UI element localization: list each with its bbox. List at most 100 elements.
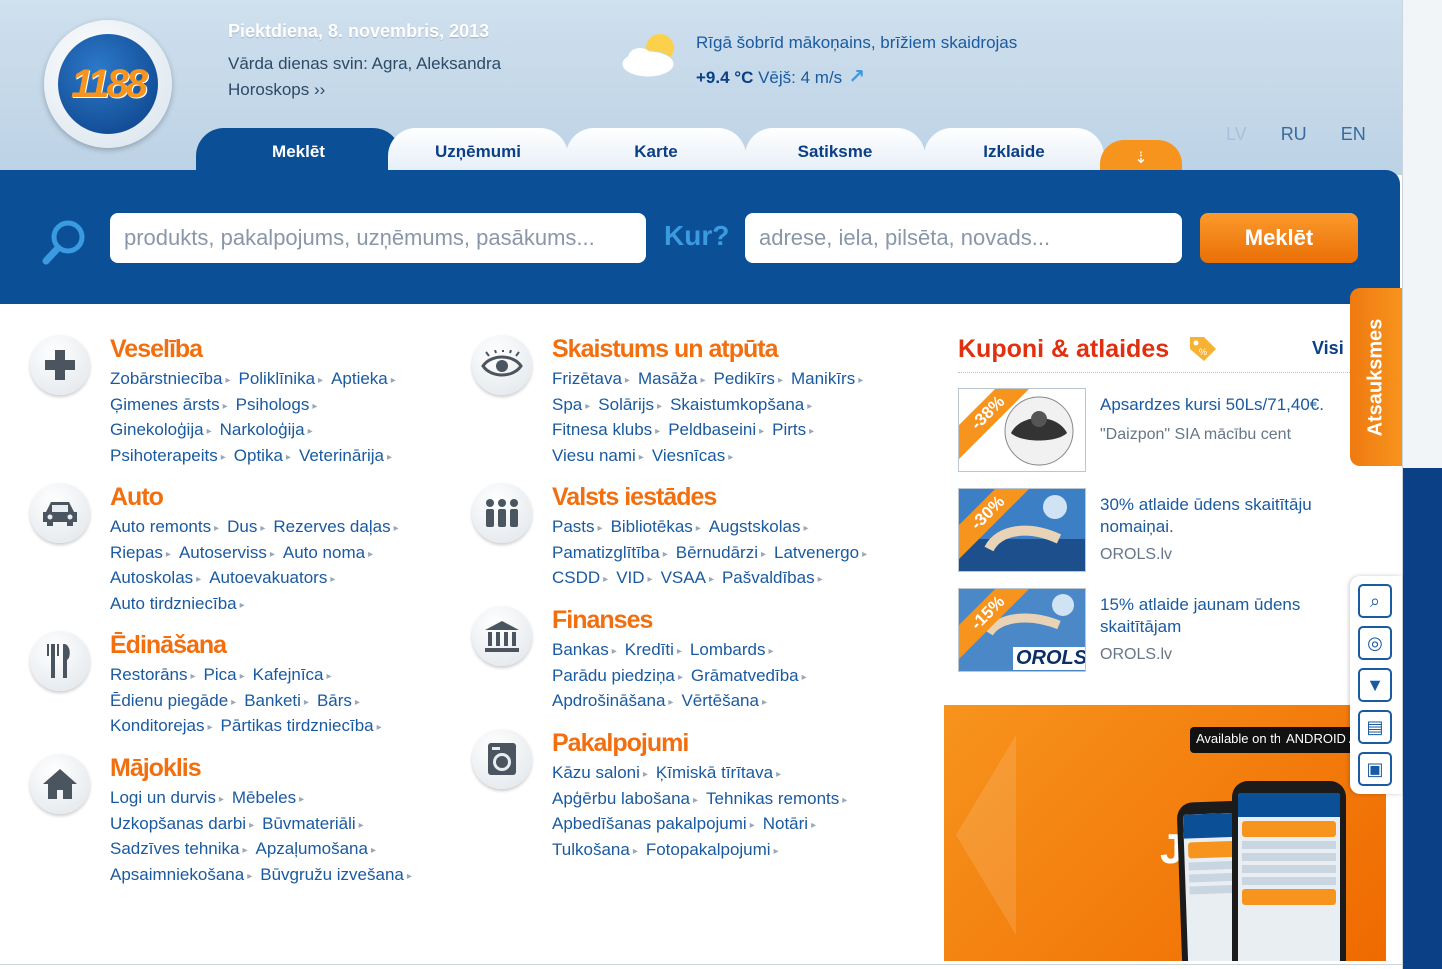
app-promo-banner[interactable]: Available on the App Store ANDROID APP O… [944,705,1386,961]
category-link[interactable]: Viesu nami [552,446,644,465]
category-link[interactable]: Auto tirdzniecība [110,594,245,613]
category-link[interactable]: Pasts [552,517,603,536]
category-link[interactable]: Poliklīnika [238,369,323,388]
search-where-input[interactable] [745,213,1182,263]
category-link[interactable]: Uzkopšanas darbi [110,814,254,833]
category-link[interactable]: Narkoloģija [220,420,313,439]
category-link[interactable]: Ginekoloģija [110,420,212,439]
category-link[interactable]: Ķīmiskā tīrītava [656,763,781,782]
category-link[interactable]: Vērtēšana [681,691,767,710]
category-link[interactable]: Autoserviss [179,543,275,562]
category-link[interactable]: Pašvaldības [722,568,823,587]
category-link[interactable]: Restorāns [110,665,196,684]
category-title[interactable]: Valsts iestādes [552,483,717,512]
category-link[interactable]: Banketi [244,691,309,710]
category-link[interactable]: Pirts [772,420,814,439]
language-lv[interactable]: LV [1226,124,1247,145]
language-ru[interactable]: RU [1281,124,1307,145]
coupons-title[interactable]: Kuponi & atlaides [958,335,1169,364]
category-link[interactable]: Notāri [763,814,816,833]
category-link[interactable]: Frizētava [552,369,630,388]
category-link[interactable]: Manikīrs [791,369,863,388]
tab-traffic[interactable]: Satiksme [745,128,925,175]
category-link[interactable]: Auto noma [283,543,373,562]
category-title[interactable]: Auto [110,483,164,512]
coupon-text[interactable]: 30% atlaide ūdens skaitītāju nomaiņai. [1100,494,1350,538]
category-title[interactable]: Veselība [110,335,203,364]
category-link[interactable]: Bārs [317,691,360,710]
category-link[interactable]: Optika [234,446,291,465]
tab-search[interactable]: Meklēt [196,128,401,175]
category-link[interactable]: Latvenergo [774,543,867,562]
category-link[interactable]: Skaistumkopšana [670,395,812,414]
category-link[interactable]: Masāža [638,369,706,388]
category-link[interactable]: Spa [552,395,590,414]
coupon-text[interactable]: Apsardzes kursi 50Ls/71,40€. [1100,394,1350,416]
category-link[interactable]: Peldbaseini [668,420,764,439]
category-link[interactable]: Autoevakuators [209,568,335,587]
tv-icon[interactable]: ▣ [1358,752,1392,786]
category-link[interactable]: Solārijs [598,395,662,414]
category-link[interactable]: Pamatizglītība [552,543,668,562]
search-tool-icon[interactable]: ⌕ [1358,584,1392,618]
search-what-input[interactable] [110,213,646,263]
category-link[interactable]: Dus [227,517,265,536]
compass-icon[interactable]: ◎ [1358,626,1392,660]
feedback-tab[interactable]: Atsauksmes [1350,288,1402,466]
category-link[interactable]: Autoskolas [110,568,201,587]
tab-companies[interactable]: Uzņēmumi [388,128,568,175]
category-link[interactable]: Parādu piedziņa [552,666,683,685]
horoscope-link[interactable]: Horoskops ›› [228,80,325,100]
language-en[interactable]: EN [1341,124,1366,145]
tab-map[interactable]: Karte [566,128,746,175]
film-icon[interactable]: ▤ [1358,710,1392,744]
category-link[interactable]: Psihologs [236,395,318,414]
category-link[interactable]: Konditorejas [110,716,213,735]
category-link[interactable]: Apzaļumošana [256,839,377,858]
location-pin-icon[interactable]: ▼ [1358,668,1392,702]
category-link[interactable]: Bibliotēkas [611,517,701,536]
tab-entertainment[interactable]: Izklaide [924,128,1104,175]
search-button[interactable]: Meklēt [1200,213,1358,263]
category-link[interactable]: Bērnudārzi [676,543,766,562]
category-link[interactable]: Apģērbu labošana [552,789,698,808]
category-link[interactable]: Zobārstniecība [110,369,230,388]
category-link[interactable]: Tehnikas remonts [706,789,847,808]
category-link[interactable]: Ēdienu piegāde [110,691,236,710]
category-link[interactable]: Psihoterapeits [110,446,226,465]
category-link[interactable]: Fitnesa klubs [552,420,660,439]
category-title[interactable]: Ēdināšana [110,631,227,660]
category-link[interactable]: Būvmateriāli [262,814,364,833]
category-link[interactable]: Bankas [552,640,617,659]
category-link[interactable]: Grāmatvedība [691,666,807,685]
category-link[interactable]: Logi un durvis [110,788,224,807]
category-link[interactable]: VSAA [661,568,714,587]
category-title[interactable]: Finanses [552,606,653,635]
category-link[interactable]: Ģimenes ārsts [110,395,228,414]
category-link[interactable]: Sadzīves tehnika [110,839,248,858]
category-link[interactable]: Pica [204,665,245,684]
category-link[interactable]: Tulkošana [552,840,638,859]
category-link[interactable]: Auto remonts [110,517,219,536]
category-title[interactable]: Pakalpojumi [552,729,689,758]
category-link[interactable]: Apsaimniekošana [110,865,252,884]
category-link[interactable]: Aptieka [331,369,396,388]
category-link[interactable]: Kafejnīca [253,665,332,684]
category-link[interactable]: Apdrošināšana [552,691,673,710]
category-link[interactable]: Kredīti [625,640,682,659]
category-title[interactable]: Mājoklis [110,754,202,783]
category-title[interactable]: Skaistums un atpūta [552,335,778,364]
category-link[interactable]: Būvgružu izvešana [260,865,412,884]
category-link[interactable]: Viesnīcas [652,446,733,465]
category-link[interactable]: VID [616,568,652,587]
category-link[interactable]: CSDD [552,568,608,587]
category-link[interactable]: Veterinārija [299,446,392,465]
category-link[interactable]: Lombards [690,640,774,659]
category-link[interactable]: Mēbeles [232,788,304,807]
coupon-text[interactable]: 15% atlaide jaunam ūdens skaitītājam [1100,594,1350,638]
category-link[interactable]: Kāzu saloni [552,763,648,782]
coupons-all-link[interactable]: Visi [1312,338,1344,359]
category-link[interactable]: Fotopakalpojumi [646,840,779,859]
category-link[interactable]: Riepas [110,543,171,562]
category-link[interactable]: Rezerves daļas [273,517,398,536]
